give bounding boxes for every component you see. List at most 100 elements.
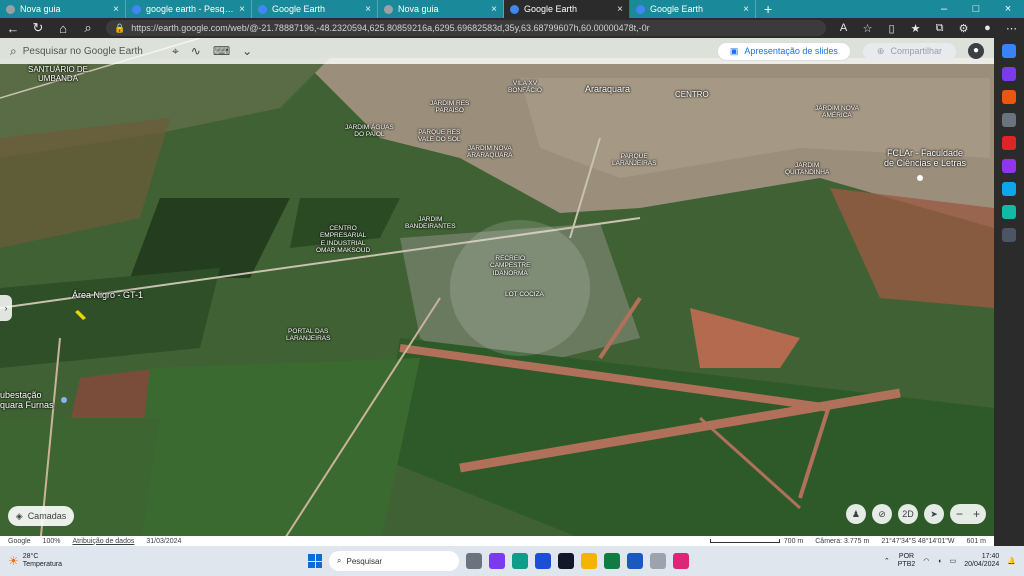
tab-2[interactable]: google earth - Pesquisar × — [126, 0, 252, 18]
tab-close-icon[interactable]: × — [365, 4, 371, 15]
tab-5-active[interactable]: Google Earth × — [504, 0, 630, 18]
close-window-icon[interactable]: × — [992, 0, 1024, 18]
chevron-down-icon[interactable]: ⌄ — [242, 44, 252, 58]
tab-favicon-icon — [258, 4, 267, 14]
dell-icon[interactable] — [558, 553, 574, 569]
more-icon[interactable]: ⋯ — [1005, 22, 1018, 35]
favorites-icon[interactable]: ★ — [909, 22, 922, 35]
minimize-icon[interactable]: – — [928, 0, 960, 18]
zoom-in-button[interactable]: + — [973, 507, 980, 521]
map-label[interactable]: LOT COCIZA — [505, 291, 544, 298]
tab-4[interactable]: Nova guia × — [378, 0, 504, 18]
outlook-icon[interactable] — [1002, 182, 1016, 196]
street-view-person-icon[interactable]: ♟ — [845, 504, 866, 524]
collections-icon[interactable]: ⧉ — [933, 22, 946, 35]
map-controls: ♟ ⊘ 2D ➤ − + — [845, 504, 986, 524]
media-icon[interactable] — [650, 553, 666, 569]
map-label[interactable]: Araraquara — [585, 84, 630, 94]
back-icon[interactable]: ← — [6, 21, 20, 36]
tab-close-icon[interactable]: × — [743, 4, 749, 15]
tab-6[interactable]: Google Earth × — [630, 0, 756, 18]
map-label[interactable]: JARDIM BANDEIRANTES — [405, 216, 456, 231]
tag-icon[interactable] — [1002, 67, 1016, 81]
language-indicator[interactable]: POR PTB2 — [898, 553, 916, 570]
search-icon[interactable]: ⌕ — [81, 20, 95, 36]
tab-1[interactable]: Nova guia × — [0, 0, 126, 18]
map-label[interactable]: JARDIM ÁGUAS DO PAIOL — [345, 124, 394, 139]
tab-close-icon[interactable]: × — [491, 4, 497, 15]
data-attribution-link[interactable]: Atribuição de dados — [72, 538, 134, 545]
edge-icon[interactable] — [512, 553, 528, 569]
zoom-out-button[interactable]: − — [956, 507, 963, 521]
map-label[interactable]: Área Nigro - GT-1 — [72, 290, 143, 300]
excel-icon[interactable] — [604, 553, 620, 569]
map-label[interactable]: RECREIO CAMPESTRE IDANORMA — [490, 255, 530, 277]
map-label[interactable]: SANTUÁRIO DE UMBANDA — [28, 65, 88, 83]
snipping-icon[interactable] — [673, 553, 689, 569]
clock-date: 20/04/2024 — [964, 561, 1000, 568]
map-label[interactable]: JARDIM NOVA ARARAQUARA — [467, 145, 513, 160]
split-screen-icon[interactable]: ▯ — [885, 22, 898, 35]
map-label[interactable]: ubestação quara Furnas — [0, 390, 54, 411]
map-label[interactable]: JARDIM QUITANDINHA — [785, 162, 829, 177]
extensions-icon[interactable]: ⚙ — [957, 22, 970, 35]
word-icon[interactable] — [627, 553, 643, 569]
my-location-icon[interactable]: ⊘ — [871, 504, 892, 524]
chat-icon[interactable] — [489, 553, 505, 569]
clock[interactable]: 17:40 20/04/2024 — [964, 553, 999, 570]
read-aloud-icon[interactable]: A — [837, 22, 850, 34]
mode-2d-button[interactable]: 2D — [897, 504, 918, 524]
map-label[interactable]: PARQUE LARANJEIRAS — [612, 153, 656, 168]
scale-bar[interactable]: 700 m — [709, 538, 803, 545]
route-icon[interactable]: ∿ — [191, 44, 201, 58]
games-icon[interactable] — [1002, 113, 1016, 127]
add-icon[interactable] — [1002, 228, 1016, 242]
maximize-icon[interactable]: □ — [960, 0, 992, 18]
tab-3[interactable]: Google Earth × — [252, 0, 378, 18]
weather-widget[interactable]: ☀ 28°C Temperatura — [8, 553, 308, 568]
account-icon[interactable]: ● — [968, 43, 984, 59]
send-icon[interactable] — [1002, 205, 1016, 219]
tab-close-icon[interactable]: × — [113, 4, 119, 15]
wifi-icon[interactable]: ◠ — [923, 557, 929, 565]
file-explorer-icon[interactable] — [581, 553, 597, 569]
map-label[interactable]: FCLAr - Faculdade de Ciências e Letras — [884, 148, 966, 169]
tools-icon[interactable] — [1002, 90, 1016, 104]
map-label[interactable]: VILA XV BONFÁCIO — [508, 80, 542, 95]
e-icon[interactable] — [1002, 159, 1016, 173]
battery-icon[interactable]: ▭ — [950, 557, 957, 565]
slideshow-button[interactable]: ▣ Apresentação de slides — [716, 41, 851, 61]
reload-icon[interactable]: ↻ — [31, 20, 45, 36]
share-label: Compartilhar — [890, 46, 942, 56]
favorite-star-icon[interactable]: ☆ — [861, 22, 874, 35]
office-icon[interactable] — [1002, 136, 1016, 150]
share-button[interactable]: ⊕ Compartilhar — [862, 42, 956, 60]
compass-icon[interactable]: ➤ — [923, 504, 944, 524]
panel-expand-handle[interactable]: › — [0, 295, 12, 321]
task-view-icon[interactable] — [466, 553, 482, 569]
map-label[interactable]: PORTAL DAS LARANJEIRAS — [286, 328, 330, 343]
windows-start-icon[interactable] — [308, 554, 322, 568]
layers-button[interactable]: ◈ Camadas — [8, 506, 74, 526]
volume-icon[interactable]: ◖ — [937, 558, 941, 565]
keyboard-icon[interactable]: ⌨ — [213, 44, 230, 58]
taskbar-search[interactable]: ⌕ Pesquisar — [329, 551, 459, 571]
tab-close-icon[interactable]: × — [617, 4, 623, 15]
location-pin-icon[interactable]: ⌖ — [172, 44, 179, 59]
map-label[interactable]: CENTRO EMPRESARIAL E INDUSTRIAL OMAR MAK… — [316, 225, 370, 255]
copilot-icon[interactable] — [1002, 44, 1016, 58]
url-field[interactable]: 🔒 https://earth.google.com/web/@-21.7888… — [106, 20, 826, 36]
map-label[interactable]: CENTRO — [675, 90, 709, 99]
notifications-icon[interactable]: 🔔 — [1007, 557, 1016, 565]
map-label[interactable]: PARQUE RES VALE DO SOL — [418, 129, 461, 144]
earth-search[interactable]: ⌕ Pesquisar no Google Earth — [10, 44, 160, 59]
tray-chevron-up-icon[interactable]: ⌃ — [884, 557, 890, 565]
map-view[interactable]: ⌕ Pesquisar no Google Earth ⌖ ∿ ⌨ ⌄ ▣ Ap… — [0, 38, 994, 546]
new-tab-button[interactable]: + — [756, 0, 780, 18]
tab-close-icon[interactable]: × — [239, 4, 245, 15]
store-icon[interactable] — [535, 553, 551, 569]
map-label[interactable]: JARDIM NOVA AMÉRICA — [815, 105, 859, 120]
profile-icon[interactable]: ● — [981, 22, 994, 34]
home-icon[interactable]: ⌂ — [56, 21, 70, 36]
map-label[interactable]: JARDIM RES PARAISO — [430, 100, 469, 115]
